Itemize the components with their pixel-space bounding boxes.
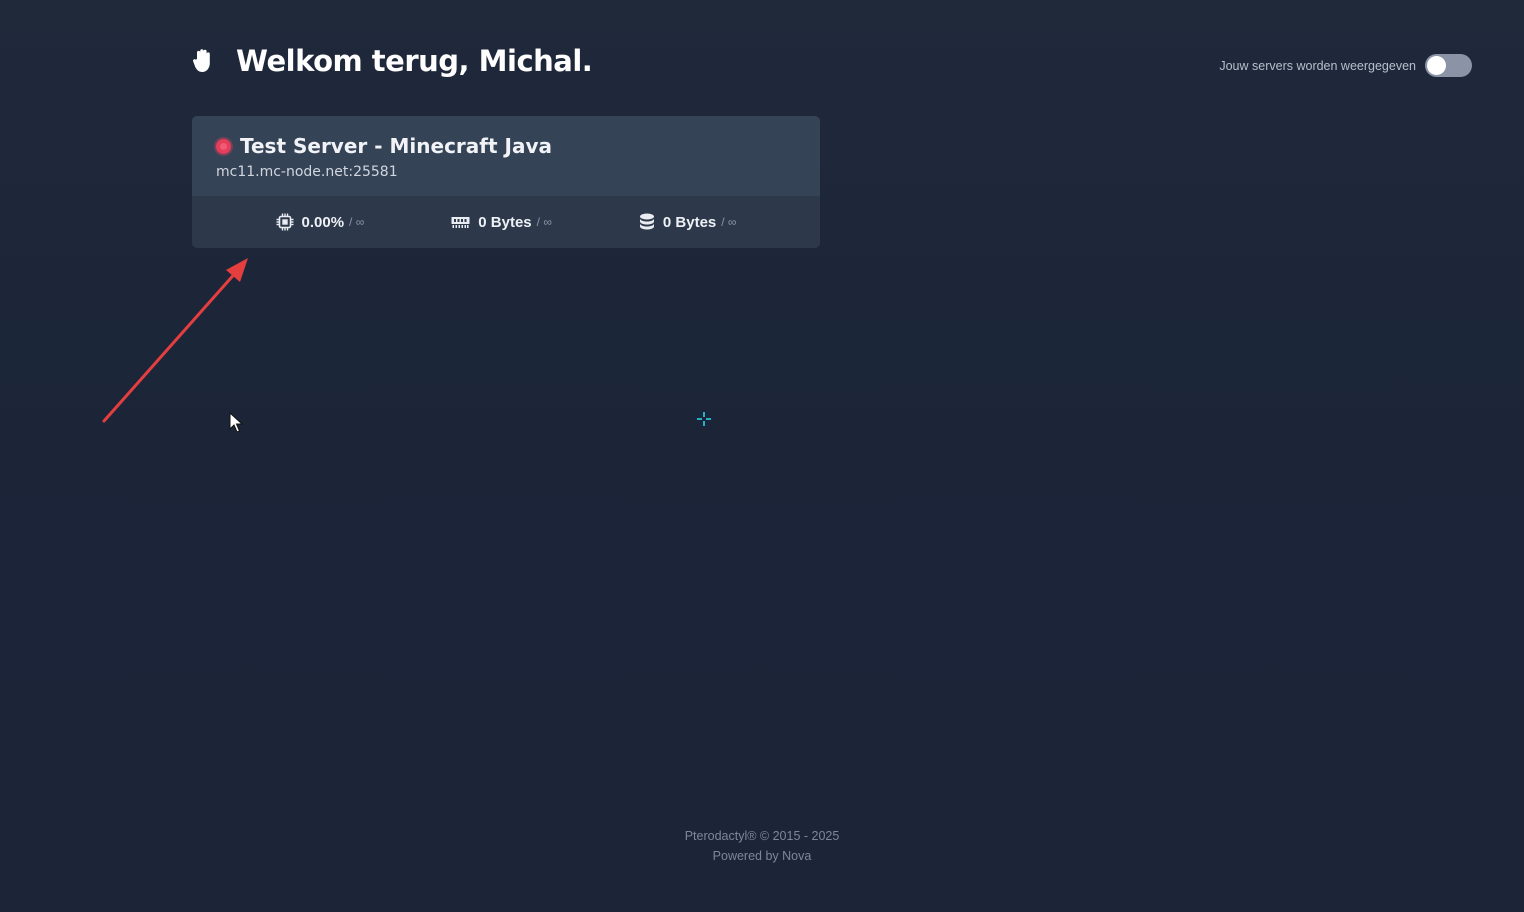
cpu-value: 0.00% <box>301 213 345 231</box>
toggle-label: Jouw servers worden weergegeven <box>1219 58 1416 73</box>
server-name-row: Test Server - Minecraft Java <box>216 116 796 158</box>
memory-value: 0 Bytes <box>478 213 532 231</box>
cpu-limit: / ∞ <box>349 215 365 229</box>
server-stats: 0.00% / ∞ 0 Bytes / ∞ 0 Bytes / ∞ <box>192 196 820 248</box>
server-address: mc11.mc-node.net:25581 <box>216 164 398 180</box>
memory-icon <box>451 217 470 228</box>
greeting-header: Welkom terug, Michal. <box>192 44 593 78</box>
database-icon <box>639 213 654 229</box>
status-offline-icon <box>216 138 231 154</box>
powered-by-link[interactable]: Powered by Nova <box>713 849 812 863</box>
toggle-knob <box>1427 56 1446 75</box>
server-view-toggle[interactable] <box>1425 54 1472 77</box>
disk-limit: / ∞ <box>721 215 737 229</box>
dashboard-page: Welkom terug, Michal. Jouw servers worde… <box>0 0 1524 912</box>
server-view-toggle-group: Jouw servers worden weergegeven <box>1219 54 1472 77</box>
stat-disk: 0 Bytes / ∞ <box>639 213 737 232</box>
mouse-pointer-icon <box>229 412 243 433</box>
stat-cpu: 0.00% / ∞ <box>276 213 365 231</box>
cpu-icon <box>276 213 293 231</box>
page-title: Welkom terug, Michal. <box>236 44 593 78</box>
server-name: Test Server - Minecraft Java <box>240 134 552 158</box>
copyright-link[interactable]: Pterodactyl® © 2015 - 2025 <box>685 829 840 843</box>
crosshair-icon <box>697 412 711 426</box>
footer: Pterodactyl® © 2015 - 2025 Powered by No… <box>0 826 1524 866</box>
stat-memory: 0 Bytes / ∞ <box>451 214 552 231</box>
disk-value: 0 Bytes <box>662 213 717 231</box>
memory-limit: / ∞ <box>536 215 552 229</box>
server-card[interactable]: Test Server - Minecraft Java mc11.mc-nod… <box>192 116 820 248</box>
hand-icon <box>192 48 216 74</box>
server-card-header: Test Server - Minecraft Java mc11.mc-nod… <box>192 116 820 196</box>
